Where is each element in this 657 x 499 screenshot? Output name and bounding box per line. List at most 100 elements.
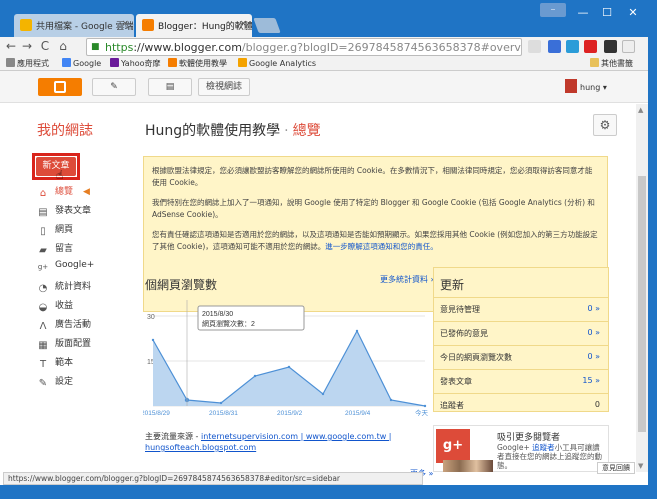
extension-icon[interactable] — [566, 40, 579, 53]
bookmark-apps[interactable]: 應用程式 — [6, 58, 49, 69]
sidebar-item-gplus[interactable]: g+ Google+ — [37, 260, 94, 275]
template-icon: T — [39, 359, 47, 370]
notice-paragraph: 根據歐盟法律規定，您必須讓歐盟訪客瞭解您的網誌所使用的 Cookie。在多數情況… — [152, 166, 593, 187]
google-icon — [62, 58, 71, 67]
window-frame — [648, 37, 657, 499]
data-point — [321, 392, 325, 396]
layout-icon: ▦ — [38, 340, 48, 351]
browser-toolbar: ← → C ⌂ ■ https://www.blogger.com/blogge… — [0, 37, 657, 57]
extension-icon[interactable] — [604, 40, 617, 53]
pageviews-chart: 15302015/8/29 2015/8/31 2015/9/2 2015/9/4 今天… — [143, 300, 429, 417]
back-icon[interactable]: ← — [4, 39, 18, 53]
view-blog-button[interactable]: 檢視網誌 — [198, 78, 250, 96]
url-scheme: https — [105, 41, 134, 54]
bookmark-analytics[interactable]: Google Analytics — [238, 58, 316, 68]
updates-title: 更新 — [440, 278, 465, 292]
traffic-source-link[interactable]: hungsofteach.blogspot.com — [145, 443, 256, 452]
wrench-icon: ✎ — [38, 378, 48, 389]
close-tab-icon[interactable]: × — [239, 19, 247, 29]
update-row: 發表文章 15 » — [434, 369, 608, 393]
feedback-button[interactable]: 意見回饋 — [597, 462, 635, 474]
sidebar-item-earnings[interactable]: ◒ 收益 — [37, 298, 73, 313]
other-bookmarks[interactable]: 其他書籤 — [590, 58, 633, 69]
blogger-icon — [168, 58, 177, 67]
analytics-icon — [238, 58, 247, 67]
account-menu[interactable]: hung ▾ — [565, 79, 607, 93]
star-icon[interactable] — [528, 40, 541, 53]
sidebar-item-comments[interactable]: ▰ 留言 — [37, 241, 73, 256]
address-bar[interactable]: ■ https://www.blogger.com/blogger.g?blog… — [86, 38, 522, 56]
page-icon: ▯ — [40, 226, 46, 237]
followers-link[interactable]: 追蹤者 — [532, 443, 555, 452]
minimize-icon[interactable]: — — [570, 6, 596, 19]
sidebar-item-pages[interactable]: ▯ 網頁 — [37, 222, 73, 237]
sidebar-item-settings[interactable]: ✎ 設定 — [37, 374, 73, 389]
drive-favicon-icon — [20, 19, 32, 31]
url-host: ://www.blogger.com — [133, 41, 242, 54]
window-titlebar: 共用檔案 - Google 雲端硬 × Blogger：Hung的軟體使 × ⎯… — [0, 0, 657, 37]
settings-gear-button[interactable]: ⚙ — [593, 114, 617, 136]
posts-icon: ▤ — [38, 207, 48, 218]
data-point — [253, 374, 257, 378]
learn-more-link[interactable]: 進一步瞭解這項通知和您的責任。 — [325, 242, 438, 251]
sidebar-item-campaigns[interactable]: Λ 廣告活動 — [37, 317, 91, 332]
bookmark-google[interactable]: Google — [62, 58, 101, 68]
forward-icon[interactable]: → — [20, 39, 34, 53]
sidebar-item-template[interactable]: T 範本 — [37, 355, 73, 370]
update-row: 已發佈的意見 0 » — [434, 321, 608, 345]
menu-icon[interactable] — [622, 40, 635, 53]
extension-icon[interactable] — [584, 40, 597, 53]
scroll-down-icon[interactable]: ▼ — [638, 462, 643, 470]
lock-icon: ■ — [91, 42, 100, 52]
yahoo-icon — [110, 58, 119, 67]
profile-chip[interactable]: ⎯ — [540, 3, 566, 17]
more-stats-link[interactable]: 更多統計資料 » — [380, 274, 435, 285]
update-value: 0 — [594, 400, 600, 409]
sidebar-item-layout[interactable]: ▦ 版面配置 — [37, 336, 91, 351]
hand-cursor-icon: ☝ — [56, 168, 64, 182]
update-value-link[interactable]: 0 » — [587, 328, 600, 337]
tab-blogger[interactable]: Blogger：Hung的軟體使 × — [136, 14, 252, 37]
earnings-icon: ◒ — [38, 302, 48, 313]
bookmark-tutorial[interactable]: 軟體使用教學 — [168, 58, 227, 69]
translate-icon[interactable] — [548, 40, 561, 53]
close-tab-icon[interactable]: × — [121, 19, 129, 29]
data-point — [389, 398, 393, 402]
update-value-link[interactable]: 15 » — [582, 376, 600, 385]
notice-paragraph: 我們特別在您的網誌上加入了一項通知，說明 Google 使用了特定的 Blogg… — [152, 198, 595, 219]
bookmark-yahoo[interactable]: Yahoo奇摩 — [110, 58, 161, 69]
new-tab-button[interactable] — [253, 18, 281, 33]
blogger-header: ✎ ▤ 檢視網誌 hung ▾ — [0, 71, 657, 103]
megaphone-icon: ◀ — [83, 187, 90, 197]
avatar — [565, 79, 577, 93]
reload-icon[interactable]: C — [38, 39, 52, 53]
window-frame-bottom — [0, 485, 657, 499]
sidebar-item-overview[interactable]: ⌂ 總覽 ◀ — [37, 184, 90, 199]
home-icon: ⌂ — [39, 188, 47, 199]
close-window-icon[interactable]: ✕ — [620, 6, 646, 19]
sidebar-item-stats[interactable]: ◔ 統計資料 — [37, 279, 91, 294]
new-post-pencil-button[interactable]: ✎ — [92, 78, 136, 96]
posts-list-button[interactable]: ▤ — [148, 78, 192, 96]
section-title: 總覽 — [292, 123, 321, 139]
page-scrollbar[interactable]: ▲ ▼ — [636, 104, 648, 472]
blogger-logo[interactable] — [38, 78, 82, 96]
scroll-up-icon[interactable]: ▲ — [638, 106, 643, 114]
home-icon[interactable]: ⌂ — [56, 39, 70, 53]
gplus-promo-desc: Google+ 追蹤者小工具可讓讀者直接在您的網誌上追蹤您的動態。 — [497, 443, 602, 470]
title-separator: · — [284, 123, 289, 139]
series-area — [153, 331, 425, 406]
sidebar-item-posts[interactable]: ▤ 發表文章 — [37, 203, 91, 218]
traffic-source-links[interactable]: internetsupervision.com | www.google.com… — [201, 432, 392, 441]
data-point — [219, 401, 223, 405]
maximize-icon[interactable]: ☐ — [594, 6, 620, 19]
my-blogs-link[interactable]: 我的網誌 — [37, 120, 93, 140]
scrollbar-thumb[interactable] — [638, 176, 646, 432]
main-content: 我的網誌 Hung的軟體使用教學 · 總覽 ⚙ 新文章 ☝ ⌂ 總覽 ◀ ▤ 發表文章 ▯… — [0, 104, 636, 478]
update-value-link[interactable]: 0 » — [587, 352, 600, 361]
data-point — [423, 404, 427, 408]
tooltip-date: 2015/8/30 — [202, 311, 233, 318]
gplus-icon: g+ — [37, 263, 49, 271]
tab-drive[interactable]: 共用檔案 - Google 雲端硬 × — [14, 14, 134, 37]
update-value-link[interactable]: 0 » — [587, 304, 600, 313]
